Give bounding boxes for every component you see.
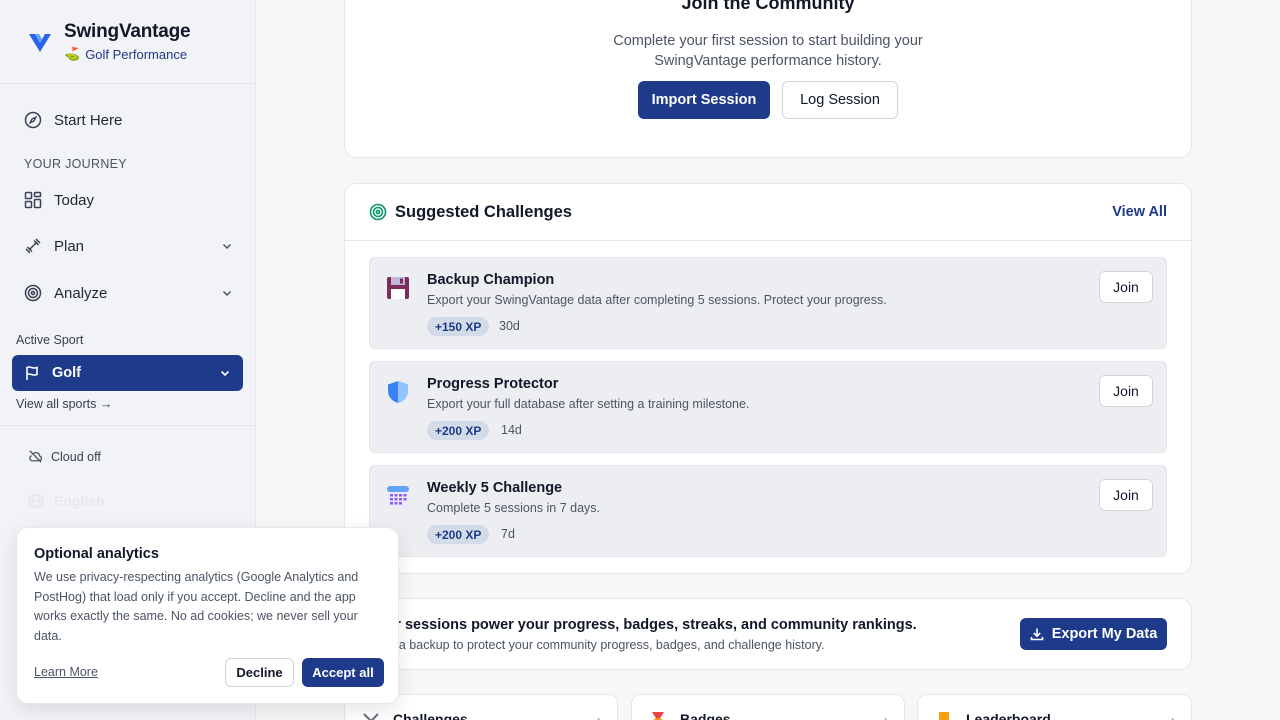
swords-icon: [363, 713, 379, 720]
target-icon: [369, 203, 387, 221]
brand-name: SwingVantage: [64, 21, 191, 42]
import-session-button[interactable]: Import Session: [638, 81, 770, 119]
chevron-right-icon: ›: [884, 713, 888, 720]
xp-badge: +150 XP: [427, 317, 490, 336]
consent-text: We use privacy-respecting analytics (Goo…: [34, 570, 359, 643]
section-label-journey: YOUR JOURNEY: [24, 157, 127, 171]
sidebar-item-plan[interactable]: Plan: [12, 228, 243, 264]
shortcut-badges[interactable]: Badges ›: [631, 694, 905, 720]
export-data-card: Your sessions power your progress, badge…: [344, 598, 1192, 670]
analytics-consent-dialog: Optional analytics We use privacy-respec…: [16, 527, 399, 704]
sidebar-item-label: Today: [54, 191, 95, 209]
active-sport-label: Active Sport: [16, 333, 84, 347]
challenge-item: Weekly 5 Challenge Complete 5 sessions i…: [369, 465, 1167, 557]
community-card: Join the Community Complete your first s…: [344, 0, 1192, 158]
challenge-name: Progress Protector: [427, 376, 559, 392]
flag-icon: [24, 365, 40, 381]
brand[interactable]: SwingVantage ⛳ Golf Performance: [0, 0, 255, 84]
language-selector[interactable]: English: [28, 493, 105, 509]
target-icon: [24, 284, 42, 302]
grid-icon: [24, 191, 42, 209]
community-description-line: SwingVantage performance history.: [654, 53, 882, 69]
sidebar-item-analyze[interactable]: Analyze: [12, 275, 243, 311]
active-sport-select[interactable]: Golf: [12, 355, 243, 391]
download-icon: [1030, 628, 1044, 641]
dumbbell-icon: [24, 237, 42, 255]
sidebar-item-label: Start Here: [54, 111, 123, 129]
challenge-name: Weekly 5 Challenge: [427, 480, 563, 496]
chevron-down-icon[interactable]: [221, 287, 233, 299]
export-title: Your sessions power your progress, badge…: [369, 617, 917, 633]
suggested-challenges-card: Suggested Challenges View All Backup Cha…: [344, 183, 1192, 574]
challenge-item: Backup Champion Export your SwingVantage…: [369, 257, 1167, 349]
brand-subtitle: ⛳ Golf Performance: [64, 46, 190, 62]
cloud-status[interactable]: Cloud off: [28, 449, 101, 464]
challenge-description: Complete 5 sessions in 7 days.: [427, 501, 601, 515]
community-description: Complete your first session to start bui…: [345, 31, 1191, 71]
log-session-button[interactable]: Log Session: [782, 81, 898, 119]
golf-flag-icon: ⛳: [64, 46, 81, 61]
shortcut-label: Badges: [680, 711, 731, 720]
community-title: Join the Community: [681, 0, 855, 13]
challenge-description: Export your full database after setting …: [427, 397, 750, 411]
chevron-down-icon: [220, 370, 230, 377]
shortcut-label: Challenges: [393, 711, 468, 720]
challenge-item: Progress Protector Export your full data…: [369, 361, 1167, 453]
consent-title: Optional analytics: [34, 546, 159, 562]
decline-button[interactable]: Decline: [225, 658, 294, 687]
xp-badge: +200 XP: [427, 525, 490, 544]
xp-badge: +200 XP: [427, 421, 490, 440]
sidebar-item-label: Plan: [54, 237, 85, 255]
active-sport-value: Golf: [52, 365, 81, 381]
cloud-status-text: Cloud off: [51, 449, 101, 464]
export-button-label: Export My Data: [1051, 626, 1158, 642]
shortcut-label: Leaderboard: [966, 711, 1051, 720]
export-subtitle: Start a backup to protect your community…: [369, 638, 825, 652]
challenge-description: Export your SwingVantage data after comp…: [427, 293, 887, 307]
challenge-duration: 14d: [501, 423, 522, 437]
globe-icon: [28, 493, 44, 509]
accept-all-button[interactable]: Accept all: [302, 658, 384, 687]
language-label: English: [54, 493, 105, 509]
sidebar-item-label: Analyze: [54, 284, 108, 302]
compass-icon: [24, 111, 42, 129]
shield-icon: [388, 381, 408, 403]
challenges-header: Suggested Challenges: [345, 184, 1191, 241]
brand-logo-icon: [29, 33, 51, 52]
calendar-icon: [387, 486, 409, 507]
join-challenge-button[interactable]: Join: [1099, 479, 1153, 511]
brand-subtitle-text: Golf Performance: [85, 46, 188, 62]
join-challenge-button[interactable]: Join: [1099, 271, 1153, 303]
medal-icon: [652, 712, 664, 720]
shortcut-leaderboard[interactable]: Leaderboard ›: [917, 694, 1192, 720]
chevron-down-icon[interactable]: [221, 240, 233, 252]
chevron-right-icon: ›: [597, 713, 601, 720]
community-description-line: Complete your first session to start bui…: [613, 33, 923, 49]
view-all-challenges-link[interactable]: View All: [1112, 204, 1167, 220]
chevron-right-icon: ›: [1171, 713, 1175, 720]
join-challenge-button[interactable]: Join: [1099, 375, 1153, 407]
export-my-data-button[interactable]: Export My Data: [1020, 618, 1167, 650]
challenge-duration: 7d: [501, 527, 515, 541]
divider: [0, 425, 256, 426]
challenge-name: Backup Champion: [427, 272, 555, 288]
challenge-duration: 30d: [499, 319, 520, 333]
learn-more-link[interactable]: Learn More: [34, 665, 98, 679]
sidebar-item-today[interactable]: Today: [12, 182, 243, 218]
challenges-title: Suggested Challenges: [395, 202, 572, 221]
view-all-sports-link[interactable]: View all sports →: [16, 397, 112, 411]
sidebar-item-start-here[interactable]: Start Here: [12, 102, 243, 138]
floppy-disk-icon: [387, 277, 409, 299]
trophy-icon: [939, 712, 949, 720]
cloud-off-icon: [29, 450, 43, 463]
